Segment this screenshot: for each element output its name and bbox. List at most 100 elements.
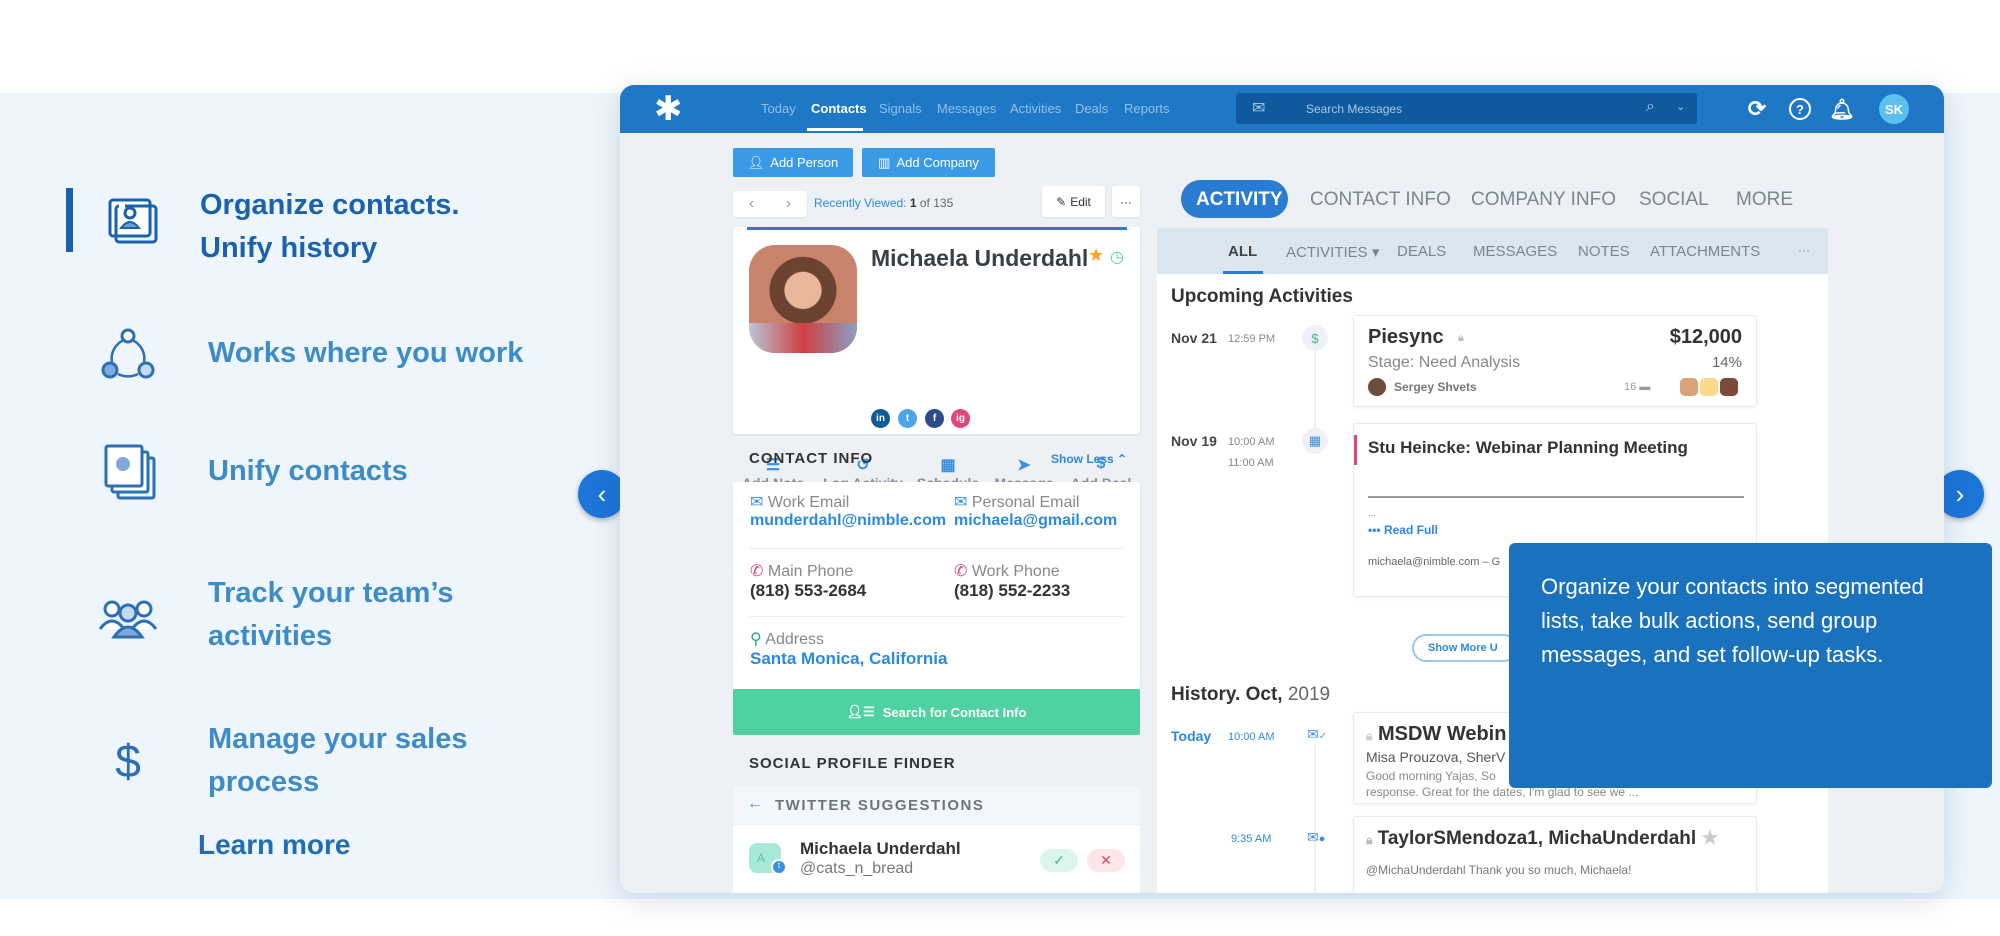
subtab-bar: ALL ACTIVITIES ▾ DEALS MESSAGES NOTES AT… [1157,228,1828,274]
divider [750,616,1123,617]
facebook-icon[interactable]: f [925,409,944,428]
twitter-suggestions-band: ← TWITTER SUGGESTIONS [733,786,1140,824]
activity-time: 10:00 AM [1228,436,1275,448]
edit-button[interactable]: ✎ Edit [1042,186,1105,217]
activity-end-time: 11:00 AM [1228,457,1274,469]
carousel-prev-button[interactable]: ‹ [578,470,626,518]
building-icon: ▥ [878,154,891,170]
help-icon[interactable]: ? [1789,98,1811,120]
reject-suggestion-button[interactable]: ✕ [1087,849,1125,872]
subtab-attachments[interactable]: ATTACHMENTS [1650,243,1760,260]
more-button[interactable]: ··· [1112,186,1140,217]
add-company-button[interactable]: ▥ Add Company [862,148,995,177]
back-arrow-icon[interactable]: ← [747,795,763,813]
social-profile-finder-heading: SOCIAL PROFILE FINDER [749,755,956,772]
contact-info-heading: CONTACT INFO [749,450,874,467]
address-link[interactable]: Santa Monica, California [750,649,947,669]
nav-signals[interactable]: Signals [879,101,922,116]
upcoming-heading: Upcoming Activities [1171,286,1353,307]
tab-more[interactable]: MORE [1736,189,1793,211]
avatar[interactable]: SK [1879,94,1909,124]
history-card[interactable]: 🔒︎ TaylorSMendoza1, MichaUnderdahl ★ @Mi… [1353,816,1757,893]
show-more-button[interactable]: Show More U [1412,634,1518,662]
email-read-icon: ✉✓ [1307,726,1328,742]
location-pin-icon: ⚲ [750,631,762,648]
nav-contacts[interactable]: Contacts [811,101,867,116]
close-icon: ✕ [1100,852,1112,868]
subtab-deals[interactable]: DEALS [1397,243,1446,260]
nav-today[interactable]: Today [761,101,796,116]
feature-track-team[interactable]: Track your team’s activities [66,572,586,658]
check-icon: ✓ [1053,852,1065,868]
tab-contact-info[interactable]: CONTACT INFO [1310,189,1451,211]
twitter-icon[interactable]: t [898,409,917,428]
recently-viewed[interactable]: Recently Viewed: 1 of 135 [814,196,953,210]
feature-unify-contacts[interactable]: Unify contacts [66,440,586,504]
read-full-link[interactable]: ••• Read Full [1368,523,1438,537]
show-less-link[interactable]: Show Less ⌃ [1051,452,1127,466]
chevron-right-icon: › [1955,478,1965,509]
personal-email-link[interactable]: michaela@gmail.com [954,512,1117,530]
subtab-all[interactable]: ALL [1228,243,1257,260]
phone-icon: ✆ [954,563,968,580]
chevron-down-icon[interactable]: ⌄ [1676,100,1685,113]
feature-label: Organize contacts. Unify history [200,189,460,264]
feature-label: Track your team’s activities [208,577,454,652]
search-placeholder: Search Messages [1306,102,1403,116]
nav-activities[interactable]: Activities [1010,101,1061,116]
logo-icon: ✱ [654,90,683,128]
nav-messages[interactable]: Messages [937,101,996,116]
search-input[interactable]: ✉ Search Messages ⌕ ⌄ [1236,93,1697,124]
subtab-activities[interactable]: ACTIVITIES ▾ [1286,243,1379,261]
tab-company-info[interactable]: COMPANY INFO [1471,189,1616,211]
instagram-icon[interactable]: ig [951,409,970,428]
accept-suggestion-button[interactable]: ✓ [1040,849,1078,872]
sync-icon[interactable]: ⟳ [1746,96,1768,121]
twitter-suggestion-row: A t Michaela Underdahl @cats_n_bread ✓ ✕ [733,825,1140,893]
personal-email-field: ✉ Personal Email michaela@gmail.com [954,494,1118,530]
feature-sales-process[interactable]: $ Manage your sales process [66,718,586,804]
linkedin-icon[interactable]: in [871,409,890,428]
next-record-icon[interactable]: › [786,195,791,213]
tab-social[interactable]: SOCIAL [1639,189,1709,211]
deal-dollar-icon: $ [1302,325,1328,351]
subtab-notes[interactable]: NOTES [1578,243,1630,260]
search-contact-info-button[interactable]: 👤︎☰ Search for Contact Info [733,689,1140,735]
learn-more-link[interactable]: Learn more [198,829,351,861]
top-bar: ✱ Today Contacts Signals Messages Activi… [620,85,1944,133]
prev-record-icon[interactable]: ‹ [749,195,754,213]
nav-reports[interactable]: Reports [1124,101,1170,116]
stacked-cards-icon [104,444,156,500]
star-icon[interactable]: ★ [1701,828,1718,849]
email-twitter-icon: ✉● [1307,829,1326,845]
divider [1368,496,1744,498]
search-icon[interactable]: ⌕ [1646,98,1655,116]
participant-avatars [1680,378,1738,396]
phone-icon: ✆ [750,563,764,580]
envelope-icon: ✉ [954,494,968,511]
nav-deals[interactable]: Deals [1075,101,1108,116]
timeline-line [1314,744,1316,893]
tab-activity-label[interactable]: ACTIVITY [1196,189,1283,211]
owner-avatar [1368,378,1386,396]
dollar-icon: $ [115,735,141,787]
bell-icon[interactable]: 🔔︎ [1829,98,1854,121]
deal-card[interactable]: Piesync 🔒︎ $12,000 Stage: Need Analysis … [1353,315,1757,407]
subtab-messages[interactable]: MESSAGES [1473,243,1557,260]
person-list-icon: 👤︎☰ [846,704,875,719]
work-email-link[interactable]: munderdahl@nimble.com [750,512,946,530]
feature-works-where-you-work[interactable]: Works where you work [66,322,586,386]
history-time: 10:00 AM [1228,731,1275,743]
star-icon[interactable]: ★ [1088,245,1104,266]
activity-date: Nov 21 [1171,330,1217,346]
subtab-more[interactable]: ··· [1798,243,1810,257]
team-icon [98,600,158,639]
feature-organize-contacts[interactable]: Organize contacts. Unify history [66,188,586,264]
envelope-icon: ✉ [750,494,764,511]
feature-label: Works where you work [208,337,524,369]
add-person-button[interactable]: 👤︎ Add Person [733,148,853,177]
work-phone-field: ✆ Work Phone (818) 552-2233 [954,563,1071,600]
lock-icon: 🔒︎ [1366,833,1373,847]
clock-icon[interactable]: ◷ [1110,247,1124,267]
contact-card-icon [108,198,158,244]
